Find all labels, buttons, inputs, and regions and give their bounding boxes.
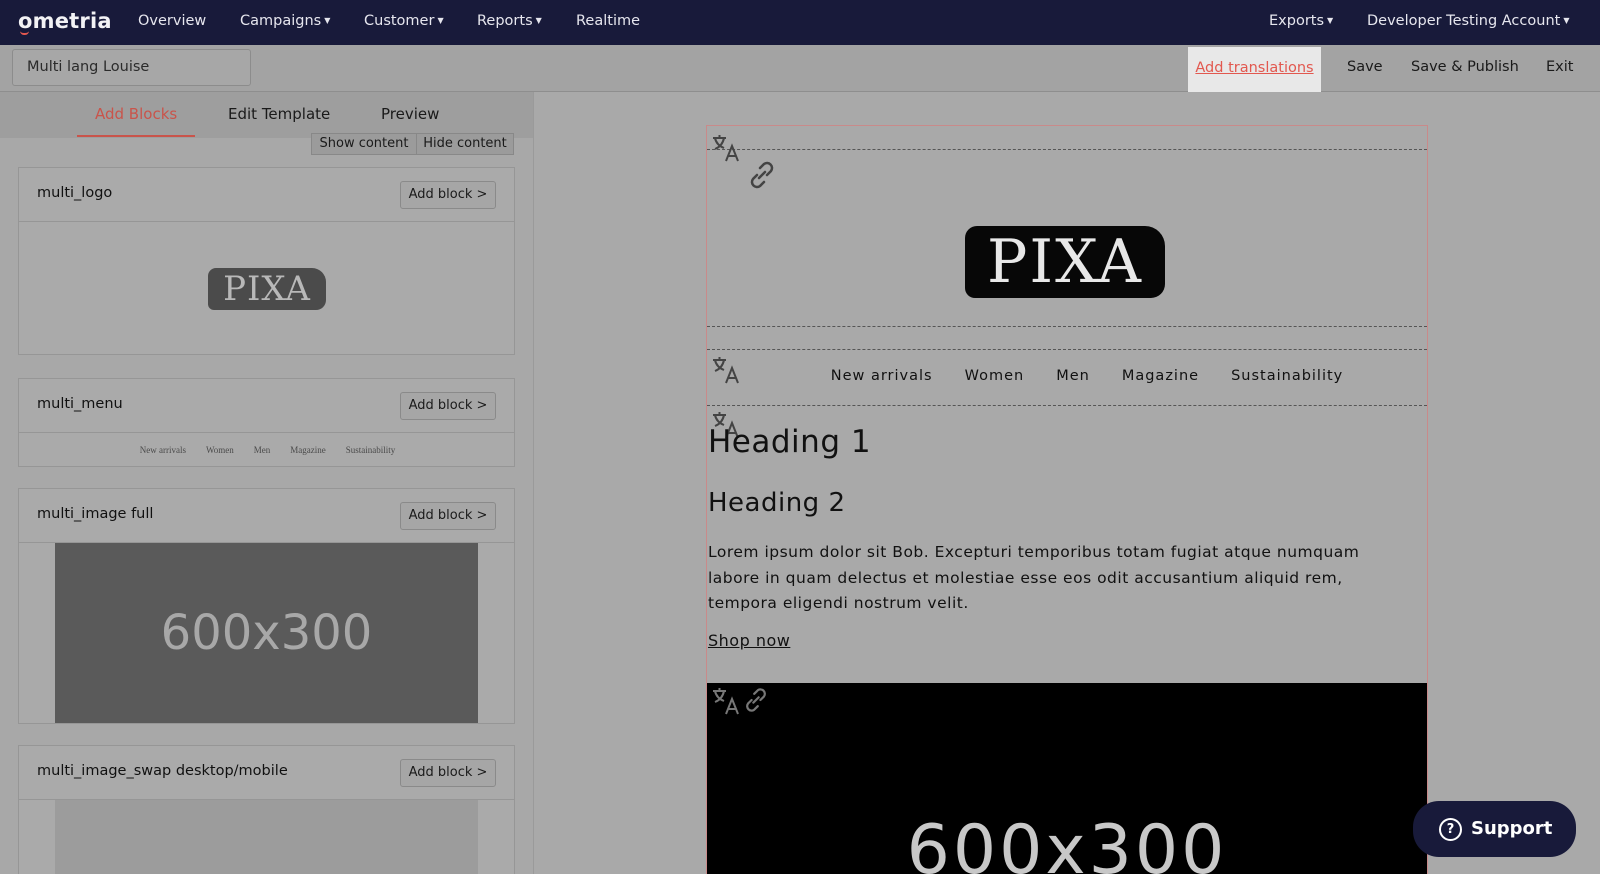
add-block-button[interactable]: Add block > [400,759,496,787]
mini-menu-item: New arrivals [139,445,186,455]
block-card-header: multi_menu Add block > [19,379,514,433]
block-title: multi_logo [37,185,113,201]
translate-icon[interactable] [710,685,742,717]
nav-customer[interactable]: Customer ▼ [364,13,444,29]
tab-edit-template[interactable]: Edit Template [228,105,330,123]
template-name-input[interactable]: Multi lang Louise [12,49,251,86]
image-placeholder-thumbnail [55,800,478,874]
heading-2: Heading 2 [708,488,846,518]
mini-menu-item: Women [205,445,234,455]
link-icon[interactable] [741,685,771,715]
pixa-logo-thumbnail: PIXA [208,268,326,310]
nav-campaigns[interactable]: Campaigns ▼ [240,13,330,29]
top-navbar: ometria Overview Campaigns ▼ Customer ▼ Re… [0,0,1600,45]
image-placeholder-label: 600x300 [906,811,1228,874]
block-card-multi-logo: multi_logo Add block > PIXA [18,167,515,355]
blocks-panel: Add Blocks Edit Template Preview Show co… [0,92,534,874]
nav-exports-label: Exports [1269,13,1325,29]
tab-preview[interactable]: Preview [381,105,439,123]
panel-tabs: Add Blocks Edit Template Preview [0,92,533,138]
nav-overview[interactable]: Overview [138,13,206,29]
active-tab-indicator [77,135,195,137]
nav-account[interactable]: Developer Testing Account ▼ [1367,13,1569,29]
nav-reports[interactable]: Reports ▼ [477,13,542,29]
heading-1: Heading 1 [708,424,872,460]
nav-realtime-label: Realtime [576,13,641,29]
image-placeholder-thumbnail: 600x300 [55,543,478,723]
nav-reports-label: Reports [477,13,533,29]
block-card-multi-image-swap: multi_image_swap desktop/mobile Add bloc… [18,745,515,874]
translate-icon[interactable] [710,132,742,164]
menu-item-women[interactable]: Women [965,368,1025,384]
add-translations-link[interactable]: Add translations [1188,47,1321,92]
mini-menu-item: Men [253,445,271,455]
email-menu: New arrivals Women Men Magazine Sustainabili… [707,368,1427,384]
block-title: multi_menu [37,396,123,412]
add-block-button[interactable]: Add block > [400,392,496,420]
block-card-header: multi_logo Add block > [19,168,514,222]
block-card-header: multi_image_swap desktop/mobile Add bloc… [19,746,514,800]
help-circle-icon: ? [1439,818,1462,841]
exit-button[interactable]: Exit [1546,59,1573,75]
editor-toolbar: Multi lang Louise Add translations Save … [0,45,1600,92]
caret-down-icon: ▼ [437,16,444,25]
block-title: multi_image full [37,506,154,522]
block-card-header: multi_image full Add block > [19,489,514,543]
block-card-multi-menu: multi_menu Add block > New arrivals Women… [18,378,515,467]
link-icon[interactable] [745,158,779,192]
ometria-logo[interactable]: ometria [18,9,112,33]
mini-menu-item: Sustainability [345,445,396,455]
menu-item-men[interactable]: Men [1056,368,1090,384]
mini-menu-item: Magazine [290,445,326,455]
email-canvas: PIXA New arrivals Women Men Magazine Sustain… [706,125,1428,874]
body-paragraph: Lorem ipsum dolor sit Bob. Excepturi tem… [708,543,1360,612]
nav-account-label: Developer Testing Account [1367,13,1561,29]
menu-item-new-arrivals[interactable]: New arrivals [831,368,933,384]
nav-overview-label: Overview [138,13,207,29]
caret-down-icon: ▼ [1563,16,1570,25]
block-card-multi-image-full: multi_image full Add block > 600x300 [18,488,515,724]
nav-exports[interactable]: Exports ▼ [1269,13,1333,29]
save-publish-button[interactable]: Save & Publish [1411,59,1519,75]
menu-item-sustainability[interactable]: Sustainability [1231,368,1343,384]
add-block-button[interactable]: Add block > [400,502,496,530]
menu-block[interactable]: New arrivals Women Men Magazine Sustainabili… [707,349,1427,406]
show-content-button[interactable]: Show content [311,133,417,155]
support-label: Support [1471,818,1553,839]
logo-block[interactable]: PIXA [707,135,1427,327]
menu-thumbnail: New arrivals Women Men Magazine Sustainabili… [19,445,516,455]
logo-smile-mark [20,31,29,35]
image-block[interactable]: 600x300 [707,683,1427,874]
shop-now-link[interactable]: Shop now [708,631,790,650]
caret-down-icon: ▼ [1327,16,1334,25]
add-block-button[interactable]: Add block > [400,181,496,209]
save-button[interactable]: Save [1347,59,1383,75]
nav-realtime[interactable]: Realtime [576,13,640,29]
nav-campaigns-label: Campaigns [240,13,322,29]
block-title: multi_image_swap desktop/mobile [37,763,288,779]
nav-customer-label: Customer [364,13,435,29]
hide-content-button[interactable]: Hide content [416,133,514,155]
tab-add-blocks[interactable]: Add Blocks [95,105,177,123]
pixa-logo: PIXA [965,226,1165,298]
caret-down-icon: ▼ [535,16,542,25]
email-preview-area: PIXA New arrivals Women Men Magazine Sustain… [535,92,1600,874]
caret-down-icon: ▼ [324,16,331,25]
menu-item-magazine[interactable]: Magazine [1122,368,1199,384]
support-button[interactable]: ? Support [1413,801,1576,857]
